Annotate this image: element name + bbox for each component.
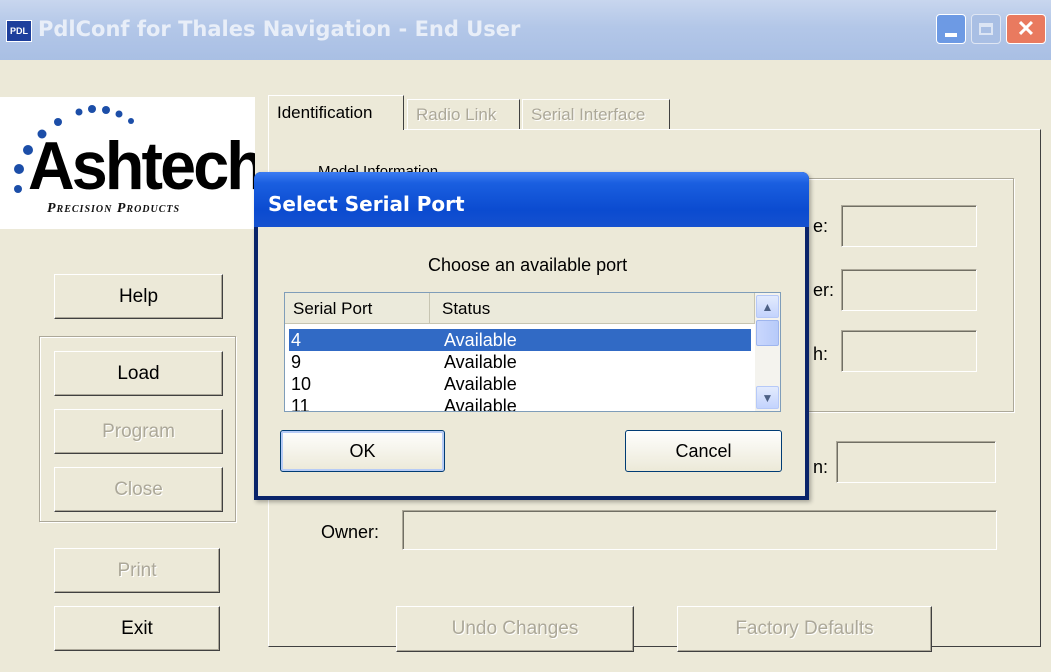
field-label-3: h: <box>813 344 829 364</box>
tab-radio-link[interactable]: Radio Link <box>407 99 520 129</box>
status-cell: Available <box>444 396 517 412</box>
port-cell: 4 <box>291 330 302 350</box>
list-scrollbar[interactable]: ▲ ▼ <box>755 293 780 411</box>
app-icon: PDL <box>6 20 32 42</box>
owner-input[interactable] <box>402 510 997 550</box>
cancel-button[interactable]: Cancel <box>625 430 782 472</box>
model-field-1 <box>841 205 977 247</box>
status-cell: Available <box>444 374 517 394</box>
logo-tagline: Precision Products <box>47 201 181 216</box>
list-header: Serial Port Status <box>285 293 755 324</box>
port-cell: 11 <box>291 396 310 412</box>
close-icon: ✕ <box>1016 16 1036 41</box>
print-button[interactable]: Print <box>54 548 220 593</box>
help-button[interactable]: Help <box>54 274 223 319</box>
model-field-2 <box>841 269 977 311</box>
ok-button[interactable]: OK <box>280 430 445 472</box>
exit-button[interactable]: Exit <box>54 606 220 651</box>
minimize-icon <box>945 33 957 37</box>
model-field-4 <box>836 441 996 483</box>
close-window-button[interactable]: ✕ <box>1006 14 1046 44</box>
main-title-bar: PDL PdlConf for Thales Navigation - End … <box>0 0 1051 60</box>
list-row[interactable]: 11 Available <box>289 395 751 412</box>
model-field-3 <box>841 330 977 372</box>
status-cell: Available <box>444 330 517 350</box>
close-file-button[interactable]: Close <box>54 467 223 512</box>
status-cell: Available <box>444 352 517 372</box>
chevron-down-icon: ▼ <box>761 390 774 405</box>
select-serial-port-dialog: Select Serial Port Choose an available p… <box>254 172 809 500</box>
tab-serial-interface[interactable]: Serial Interface <box>522 99 670 129</box>
scroll-up-button[interactable]: ▲ <box>756 295 779 318</box>
port-cell: 9 <box>291 352 302 372</box>
maximize-icon <box>979 23 993 35</box>
column-serial-port[interactable]: Serial Port <box>285 293 430 324</box>
scroll-down-button[interactable]: ▼ <box>756 386 779 409</box>
dialog-body: Choose an available port Serial Port Sta… <box>258 227 805 496</box>
dialog-title: Select Serial Port <box>268 192 465 216</box>
field-label-4: n: <box>813 457 829 477</box>
list-row[interactable]: 10 Available <box>289 373 751 395</box>
load-button[interactable]: Load <box>54 351 223 396</box>
window-title: PdlConf for Thales Navigation - End User <box>38 17 521 41</box>
list-row[interactable]: 9 Available <box>289 351 751 373</box>
column-status[interactable]: Status <box>430 293 755 324</box>
minimize-button[interactable] <box>936 14 966 44</box>
dialog-title-bar[interactable]: Select Serial Port <box>254 172 809 227</box>
factory-defaults-button[interactable]: Factory Defaults <box>677 606 932 652</box>
port-cell: 10 <box>291 374 312 394</box>
owner-label: Owner: <box>321 522 380 542</box>
field-label-1: e: <box>813 216 829 236</box>
logo-brand-text: Ashtech <box>28 128 255 204</box>
dialog-prompt: Choose an available port <box>428 255 628 275</box>
maximize-button <box>971 14 1001 44</box>
list-row[interactable]: 4 Available <box>289 329 751 351</box>
ashtech-logo: Ashtech Precision Products <box>0 97 255 229</box>
program-button[interactable]: Program <box>54 409 223 454</box>
field-label-2: er: <box>813 280 835 300</box>
serial-port-list[interactable]: Serial Port Status 4 Available 9 Availab… <box>284 292 781 412</box>
scroll-thumb[interactable] <box>756 320 779 346</box>
tab-identification[interactable]: Identification <box>268 95 404 130</box>
chevron-up-icon: ▲ <box>761 299 774 314</box>
undo-changes-button[interactable]: Undo Changes <box>396 606 634 652</box>
